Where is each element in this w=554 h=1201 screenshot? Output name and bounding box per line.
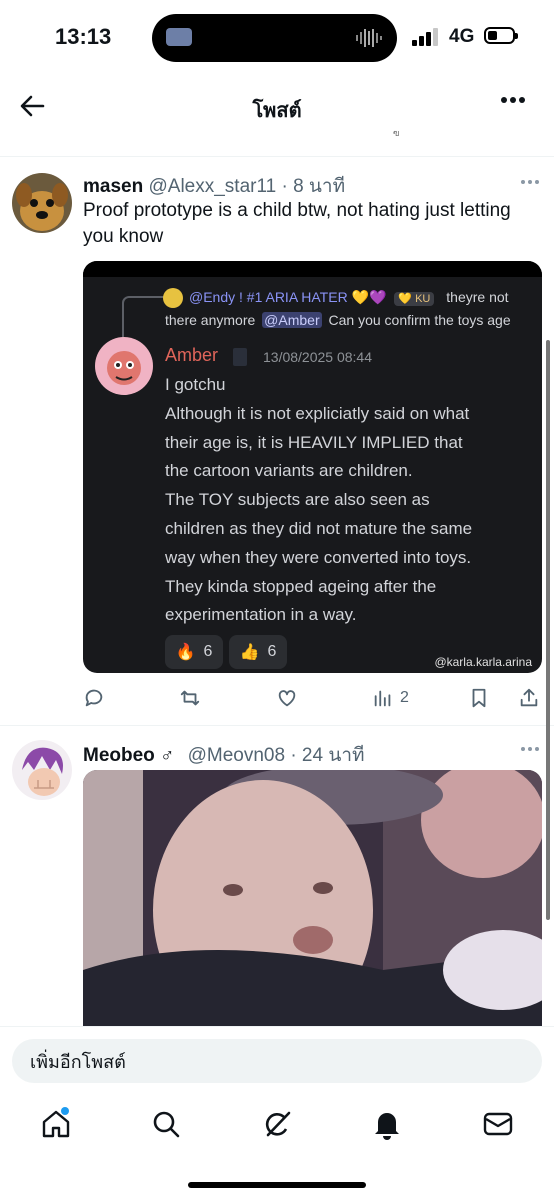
tweet-image[interactable]: @Endy ! #1 ARIA HATER 💛💜 💛 KU theyre not…: [83, 261, 542, 673]
reaction-count: 6: [267, 643, 277, 660]
more-options-icon[interactable]: [500, 96, 526, 104]
tab-grok[interactable]: [260, 1107, 294, 1141]
reply-icon: [85, 689, 103, 707]
tab-search[interactable]: [149, 1107, 183, 1141]
tab-messages[interactable]: [481, 1107, 515, 1141]
tweet-more-icon[interactable]: [520, 179, 540, 185]
battery-icon: [484, 27, 518, 44]
notifications-icon: [375, 1113, 399, 1140]
message-timestamp: 13/08/2025 08:44: [263, 349, 372, 365]
tweet-1[interactable]: masen @Alexx_star11 · 8 นาที Proof proto…: [0, 157, 554, 725]
post-time: · 8 นาที: [281, 176, 346, 197]
tab-bar: [0, 1097, 554, 1157]
repost-icon: [180, 690, 200, 706]
reply-badge: 💛 KU: [394, 292, 435, 306]
tweet-text: Proof prototype is a child btw, not hati…: [83, 200, 511, 247]
heart-icon: [278, 690, 296, 707]
image-top-band: [83, 261, 542, 277]
views-button[interactable]: 2: [372, 685, 409, 711]
amber-avatar: [95, 337, 153, 395]
network-type: 4G: [449, 26, 475, 47]
message-line: experimentation in a way.: [165, 605, 357, 625]
reply-text-1: theyre not: [446, 289, 509, 305]
message-line: children as they did not mature the same: [165, 518, 473, 538]
tweet-2[interactable]: Meobeo ♂ @Meovn08 · 24 นาที: [0, 726, 554, 1040]
baby-photo: [83, 770, 542, 1040]
battery-level: [488, 31, 497, 40]
post-time: · 24 นาที: [290, 745, 365, 766]
tweet-header: masen @Alexx_star11 · 8 นาที: [83, 171, 345, 201]
like-button[interactable]: [276, 685, 298, 711]
tweet-more-icon[interactable]: [520, 746, 540, 752]
cellular-signal-icon: [412, 28, 438, 46]
status-time: 13:13: [55, 24, 112, 49]
tweet-actions: 2: [83, 685, 542, 715]
message-author: Amber: [165, 345, 219, 365]
page-title: โพสต์: [252, 100, 302, 122]
battery-nub: [515, 33, 518, 39]
share-button[interactable]: [518, 685, 540, 711]
bottom-panel: [0, 1026, 554, 1201]
message-line: Although it is not expliciatly said on w…: [165, 403, 470, 423]
message-line: way when they were converted into toys.: [165, 547, 472, 567]
reply-text-3: Can you confirm the toys age: [328, 312, 511, 328]
reaction-thumbs-up: 👍 6: [229, 635, 287, 669]
top-nav: โพสต์ ฃ: [0, 78, 554, 157]
bookmark-icon: [472, 688, 486, 708]
reply-input[interactable]: [28, 1039, 522, 1085]
avatar[interactable]: [12, 740, 72, 800]
scrollbar[interactable]: [546, 340, 550, 920]
reply-composer[interactable]: [12, 1039, 542, 1085]
reply-text-2: there anymore: [165, 312, 256, 328]
reply-header: @Endy ! #1 ARIA HATER 💛💜 💛 KU theyre not: [189, 289, 509, 306]
fire-emoji: 🔥: [175, 644, 196, 661]
message-line: I gotchu: [165, 375, 226, 394]
message-line: their age is, it is HEAVILY IMPLIED that: [165, 432, 463, 452]
meobeo-avatar-image: [12, 740, 72, 800]
tweet-image[interactable]: [83, 770, 542, 1040]
status-bar: 13:13 4G: [0, 0, 554, 78]
reply-connector: [122, 296, 165, 341]
author-badge-icon: [233, 348, 247, 366]
tiny-mark: ฃ: [393, 128, 400, 138]
message-body: I gotchu Although it is not expliciatly …: [165, 371, 535, 630]
now-playing-thumbnail: [166, 28, 192, 46]
reply-avatar: [163, 288, 183, 308]
message-line: The TOY subjects are also seen as: [165, 490, 430, 510]
audio-wave-icon: [356, 29, 382, 47]
views-count: 2: [400, 689, 409, 706]
tab-notifications[interactable]: [370, 1107, 404, 1141]
dynamic-island: [152, 14, 397, 62]
repost-button[interactable]: [179, 685, 201, 711]
home-indicator: [188, 1182, 366, 1188]
tab-home[interactable]: [39, 1107, 73, 1141]
user-handle[interactable]: @Alexx_star11: [148, 176, 276, 197]
bookmark-button[interactable]: [468, 685, 490, 711]
views-icon: [374, 690, 391, 707]
search-icon: [153, 1111, 180, 1138]
reply-line-2: there anymore @Amber Can you confirm the…: [165, 312, 511, 328]
messages-icon: [483, 1112, 513, 1136]
display-name[interactable]: Meobeo: [83, 745, 155, 766]
tweet-header: Meobeo ♂ @Meovn08 · 24 นาที: [83, 740, 365, 770]
reply-username: @Endy ! #1 ARIA HATER 💛💜: [189, 289, 387, 305]
reaction-count: 6: [203, 643, 213, 660]
home-icon: [42, 1107, 70, 1138]
reply-mention: @Amber: [262, 312, 322, 328]
watermark: @karla.karla.arina: [434, 655, 532, 669]
avatar[interactable]: [12, 173, 72, 233]
user-handle[interactable]: @Meovn08: [188, 745, 285, 766]
thumbs-up-emoji: 👍: [239, 644, 260, 661]
reaction-fire: 🔥 6: [165, 635, 223, 669]
message-line: the cartoon variants are children.: [165, 461, 413, 481]
message-line: They kinda stopped ageing after the: [165, 576, 437, 596]
display-name[interactable]: masen: [83, 176, 143, 197]
grok-icon: [265, 1111, 291, 1137]
gender-symbol: ♂: [160, 745, 175, 766]
dog-avatar-image: [12, 173, 72, 233]
share-icon: [520, 688, 538, 707]
reply-button[interactable]: [83, 685, 105, 711]
